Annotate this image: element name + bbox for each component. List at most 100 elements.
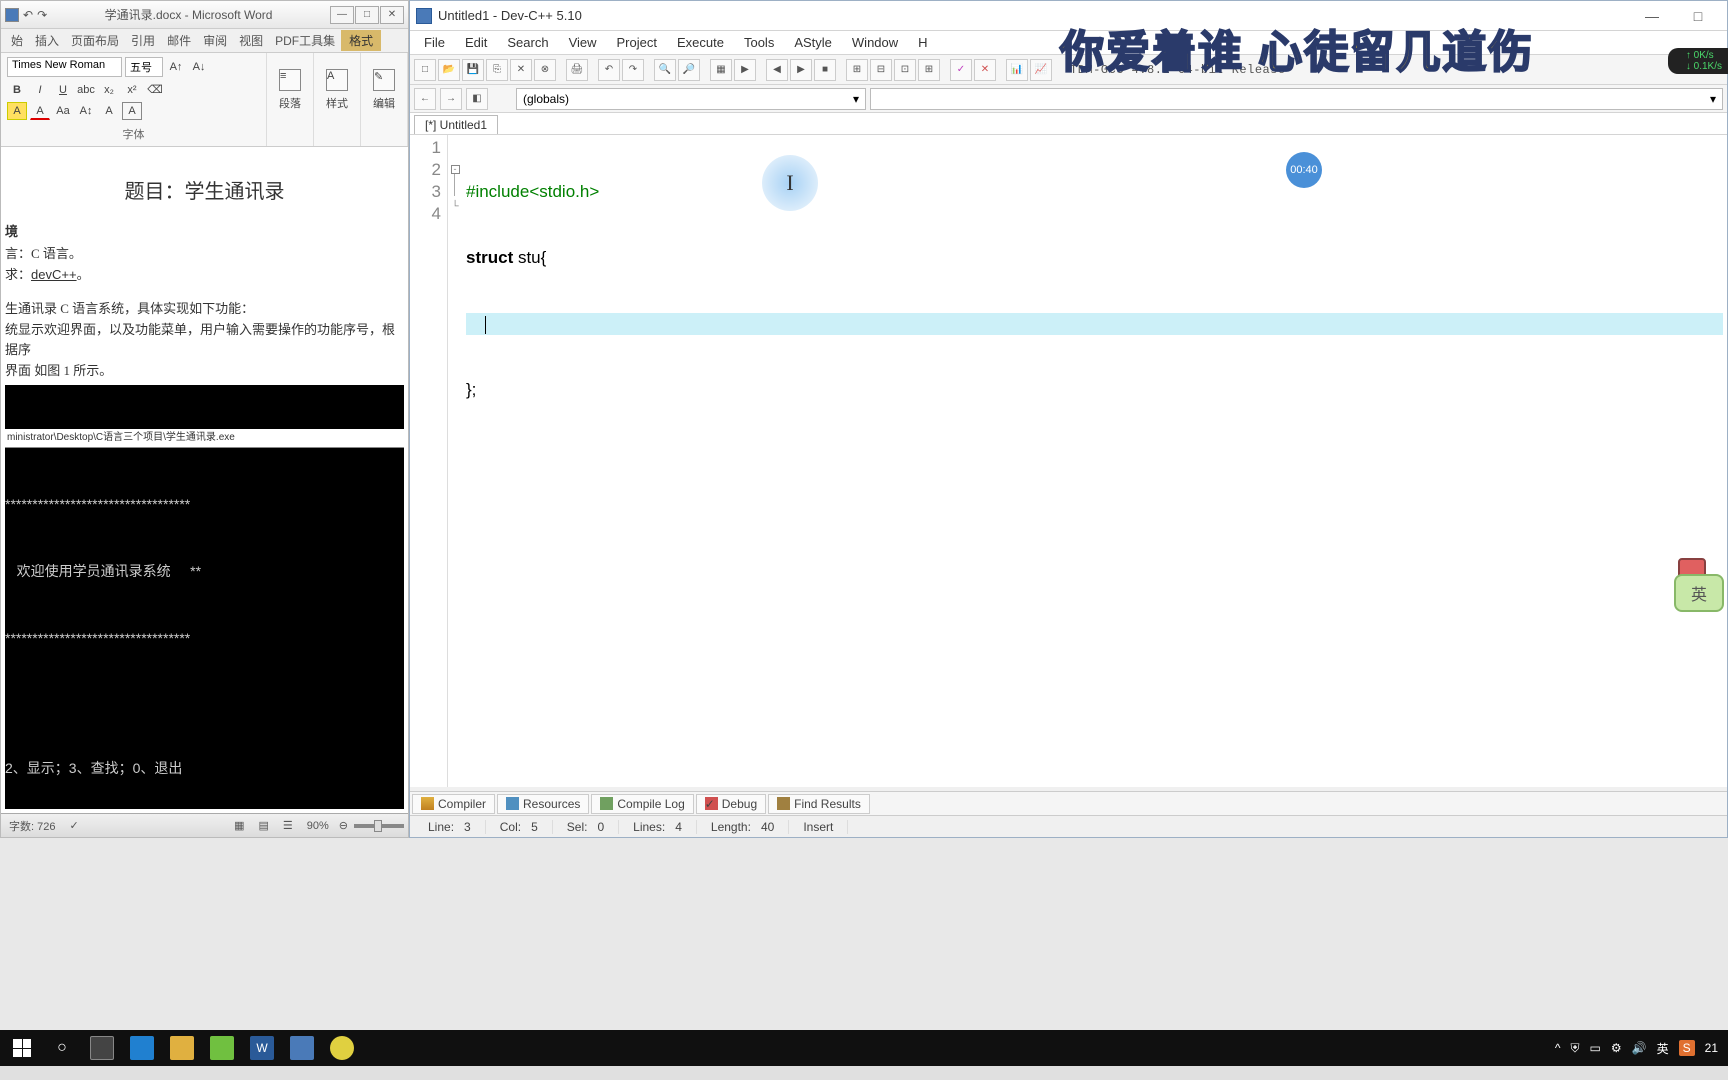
close-all-icon[interactable]: ⊗ [534,59,556,81]
minimize-button[interactable]: — [330,6,354,24]
zoom-out-button[interactable]: ⊖ [339,819,348,832]
superscript-button[interactable]: x² [122,81,142,99]
tab-debug[interactable]: ✓Debug [696,794,766,814]
spellcheck-icon[interactable]: ✓ [65,819,82,832]
clear-format-button[interactable]: ⌫ [145,81,165,99]
search-button[interactable]: ○ [42,1030,82,1066]
menu-astyle[interactable]: AStyle [784,33,842,52]
ribbon-tab[interactable]: 页面布局 [65,30,125,51]
shrink-font-icon[interactable]: A↓ [189,58,209,76]
tray-security-icon[interactable]: ⛨ [1571,1041,1580,1056]
style-button[interactable]: A 样式 [320,57,354,122]
taskbar-devcpp[interactable] [282,1030,322,1066]
menu-view[interactable]: View [559,33,607,52]
menu-file[interactable]: File [414,33,455,52]
code-area[interactable]: #include<stdio.h> struct stu{ }; I [462,135,1727,787]
run-icon[interactable]: ▶ [734,59,756,81]
underline-button[interactable]: U [53,81,73,99]
open-file-icon[interactable]: 📂 [438,59,460,81]
undo-icon[interactable]: ↶ [598,59,620,81]
grid1-icon[interactable]: ⊞ [846,59,868,81]
menu-window[interactable]: Window [842,33,908,52]
ribbon-tab[interactable]: 引用 [125,30,161,51]
menu-search[interactable]: Search [497,33,558,52]
menu-edit[interactable]: Edit [455,33,497,52]
tray-ime-sogou[interactable]: S [1679,1040,1695,1056]
word-count[interactable]: 字数: 726 [5,818,59,834]
subscript-button[interactable]: x₂ [99,81,119,99]
menu-help[interactable]: H [908,33,937,52]
ribbon-tab-active[interactable]: 格式 [341,30,381,51]
menu-project[interactable]: Project [607,33,667,52]
maximize-button[interactable]: □ [355,6,379,24]
close-icon[interactable]: ✕ [510,59,532,81]
ribbon-tab[interactable]: 邮件 [161,30,197,51]
bold-button[interactable]: B [7,81,27,99]
word-document[interactable]: 题目：学生通讯录 境 言：C 语言。 求：devC++。 生通讯录 C 语言系统… [1,147,408,809]
grid4-icon[interactable]: ⊞ [918,59,940,81]
save-icon[interactable]: 💾 [462,59,484,81]
menu-tools[interactable]: Tools [734,33,784,52]
font-size-select[interactable]: 五号 [125,57,163,77]
tab-compile-log[interactable]: Compile Log [591,794,693,814]
strike-button[interactable]: abc [76,81,96,99]
maximize-button[interactable]: □ [1675,2,1721,30]
ribbon-tab[interactable]: 视图 [233,30,269,51]
taskbar-word[interactable]: W [242,1030,282,1066]
save-all-icon[interactable]: ⎘ [486,59,508,81]
redo-icon[interactable]: ↷ [37,8,47,22]
editor-tab[interactable]: [*] Untitled1 [414,115,498,134]
tray-wifi-icon[interactable]: ⚙ [1611,1041,1622,1055]
profile-icon[interactable]: 📈 [1030,59,1052,81]
undo-icon[interactable]: ↶ [23,8,33,22]
tray-volume-icon[interactable]: 🔊 [1632,1041,1647,1055]
ribbon-tab[interactable]: 审阅 [197,30,233,51]
code-editor[interactable]: 1234 - └ #include<stdio.h> struct stu{ }… [410,135,1727,787]
view-outline-icon[interactable]: ☰ [279,819,297,832]
edit-button[interactable]: ✎ 编辑 [367,57,401,122]
char-shading-button[interactable]: Aa [53,102,73,120]
debug-next-icon[interactable]: ▶ [790,59,812,81]
view-web-icon[interactable]: ▤ [254,819,272,832]
highlight-button[interactable]: A [7,102,27,120]
enclose-button[interactable]: A↕ [76,102,96,120]
compile-icon[interactable]: ▦ [710,59,732,81]
grid3-icon[interactable]: ⊡ [894,59,916,81]
tray-chevron-icon[interactable]: ^ [1555,1041,1561,1055]
font-name-select[interactable]: Times New Roman [7,57,122,77]
tab-compiler[interactable]: Compiler [412,794,495,814]
function-select[interactable]: ▾ [870,88,1723,110]
char-border-button[interactable]: A [122,102,142,120]
print-icon[interactable]: 🖨 [566,59,588,81]
grow-font-icon[interactable]: A↑ [166,58,186,76]
view-print-icon[interactable]: ▦ [230,819,248,832]
check-icon[interactable]: ✓ [950,59,972,81]
delete-icon[interactable]: ✕ [974,59,996,81]
new-file-icon[interactable]: □ [414,59,436,81]
scope-select[interactable]: (globals)▾ [516,88,866,110]
fold-toggle[interactable]: - [451,165,460,174]
menu-execute[interactable]: Execute [667,33,734,52]
tray-ime-lang[interactable]: 英 [1657,1040,1669,1057]
find-icon[interactable]: 🔍 [654,59,676,81]
taskbar-app[interactable] [122,1030,162,1066]
debug-prev-icon[interactable]: ◀ [766,59,788,81]
chart-icon[interactable]: 📊 [1006,59,1028,81]
goto-prev-icon[interactable]: ← [414,88,436,110]
close-button[interactable]: ✕ [380,6,404,24]
grid2-icon[interactable]: ⊟ [870,59,892,81]
minimize-button[interactable]: — [1629,2,1675,30]
task-view-button[interactable] [82,1030,122,1066]
goto-next-icon[interactable]: → [440,88,462,110]
text-effects-button[interactable]: A [99,102,119,120]
tab-resources[interactable]: Resources [497,794,589,814]
bookmark-icon[interactable]: ◧ [466,88,488,110]
redo-icon[interactable]: ↷ [622,59,644,81]
replace-icon[interactable]: 🔎 [678,59,700,81]
ribbon-tab[interactable]: PDF工具集 [269,30,341,51]
ribbon-tab[interactable]: 插入 [29,30,65,51]
zoom-level[interactable]: 90% [303,820,333,832]
start-button[interactable] [2,1030,42,1066]
taskbar-app[interactable] [162,1030,202,1066]
zoom-slider[interactable] [354,824,404,828]
